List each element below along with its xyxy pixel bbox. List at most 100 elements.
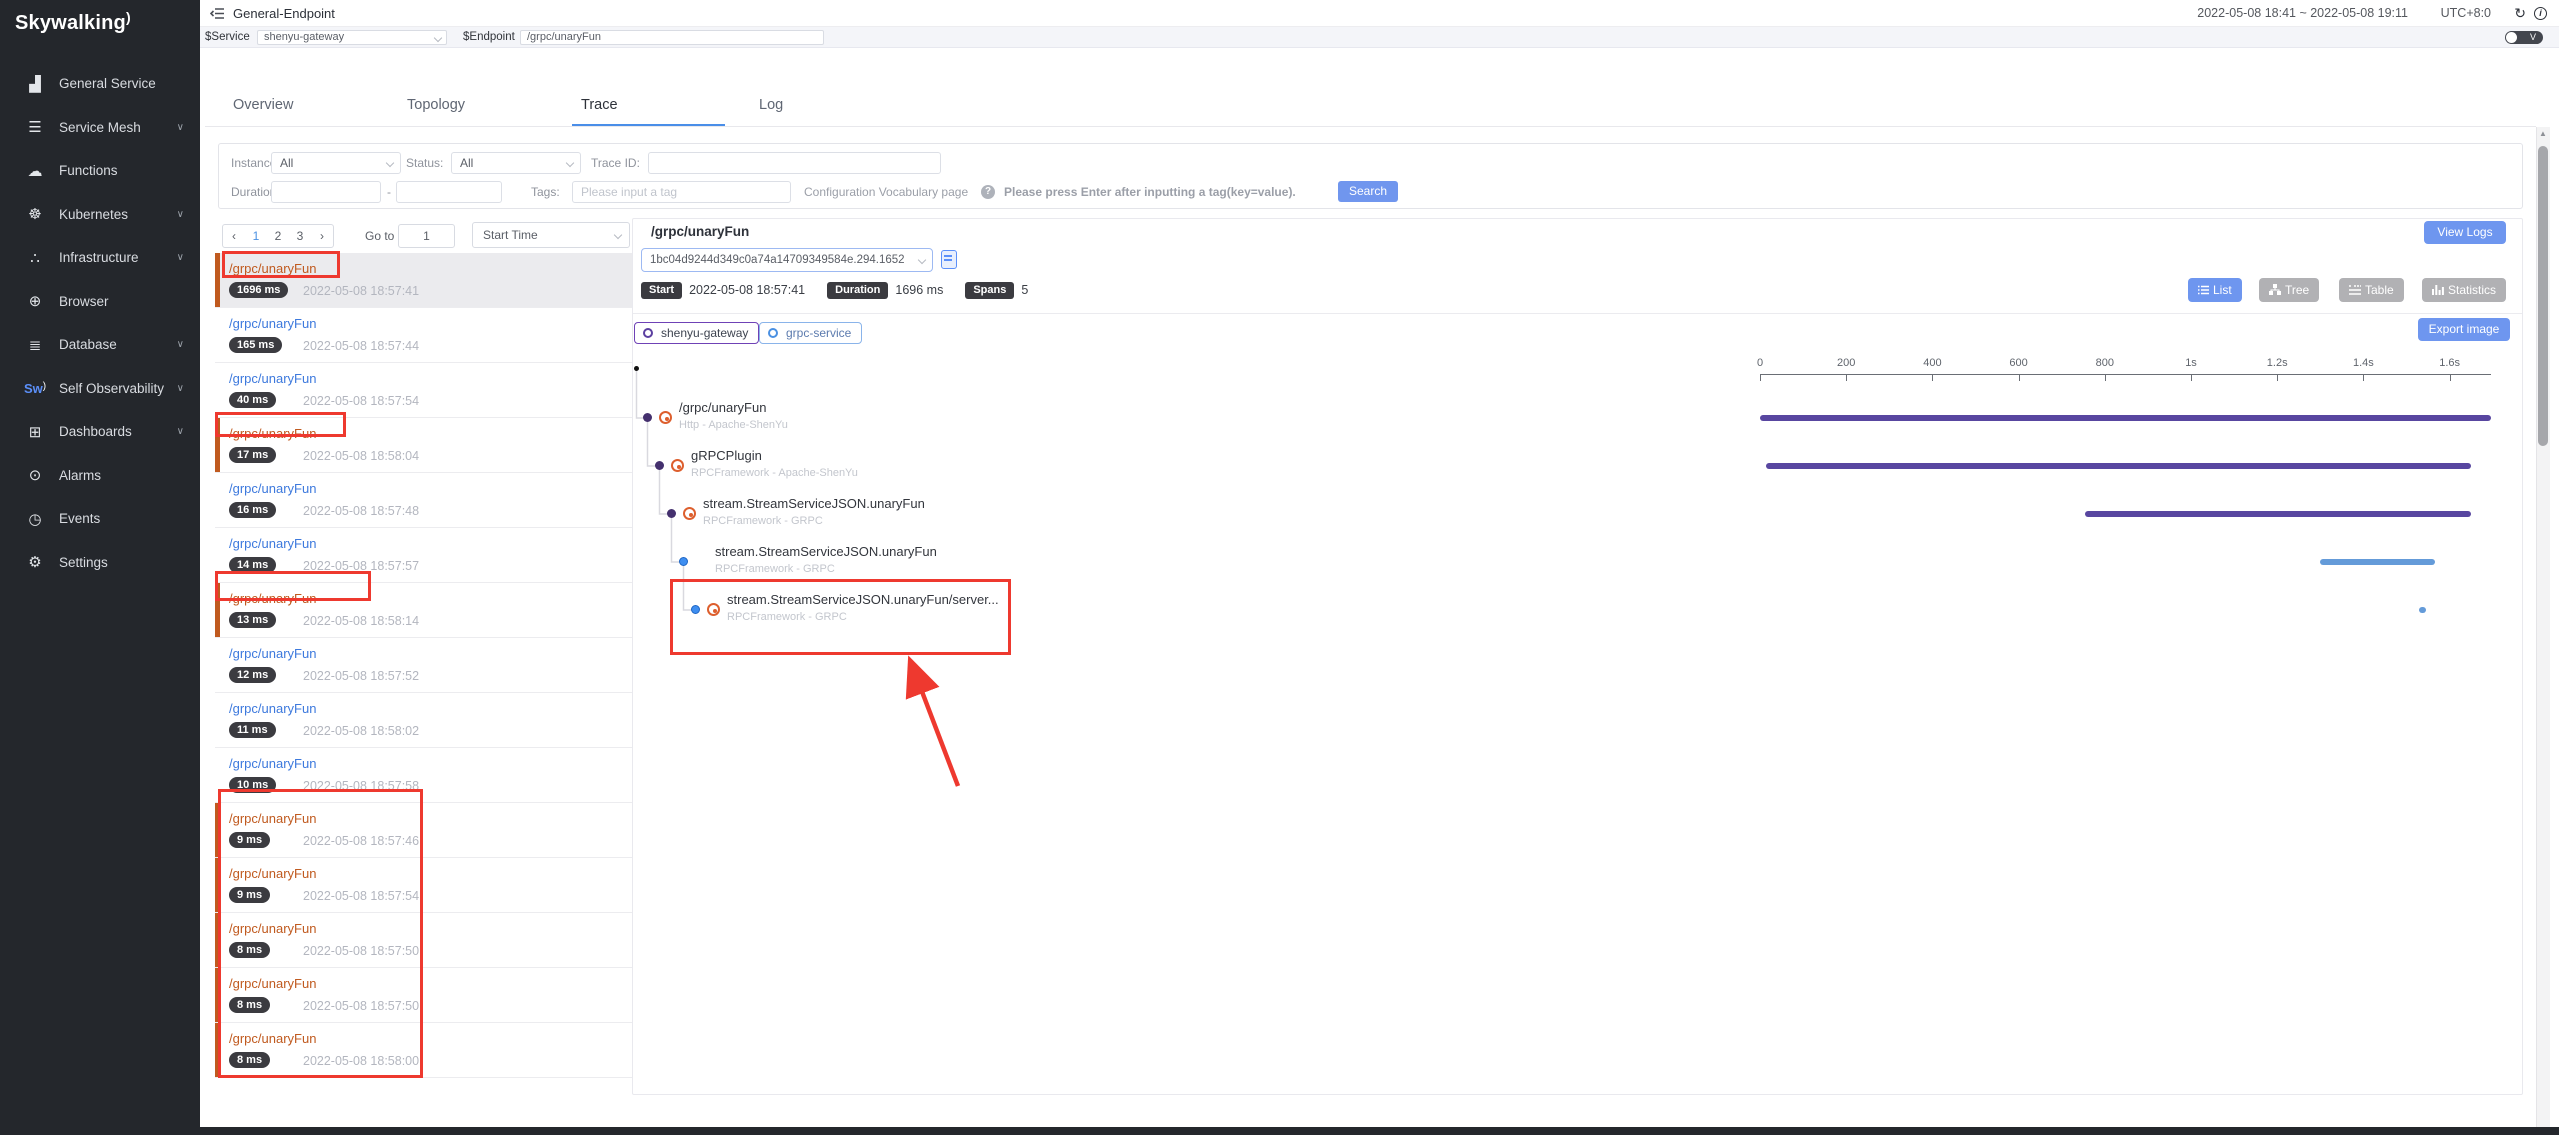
trace-list-item[interactable]: /grpc/unaryFun 12 ms 2022-05-08 18:57:52 [215, 638, 637, 693]
span-row[interactable]: stream.StreamServiceJSON.unaryFunRPCFram… [633, 490, 1733, 538]
view-list-button[interactable]: List [2188, 278, 2242, 302]
view-tree-button[interactable]: Tree [2259, 278, 2319, 302]
tab-trace[interactable]: Trace [581, 97, 618, 113]
page-2[interactable]: 2 [267, 225, 289, 247]
sidebar-item[interactable]: ☸ Kubernetes ∨ [0, 193, 200, 237]
duration-max-input[interactable] [396, 181, 502, 203]
collapse-menu-icon[interactable] [210, 6, 225, 26]
sidebar-item[interactable]: Sw) Self Observability ∨ [0, 367, 200, 411]
trace-list-item[interactable]: /grpc/unaryFun 16 ms 2022-05-08 18:57:48 [215, 473, 637, 528]
tab-topology[interactable]: Topology [407, 97, 465, 113]
sidebar-item[interactable]: ◷ Events ∨ [0, 497, 200, 541]
span-name: gRPCPlugin [691, 448, 762, 463]
sidebar-item[interactable]: ▟ General Service ∨ [0, 62, 200, 106]
timezone[interactable]: UTC+8:0 [2441, 0, 2491, 27]
legend-grpc-service[interactable]: grpc-service [759, 322, 862, 344]
trace-timestamp: 2022-05-08 18:58:00 [303, 1054, 419, 1068]
view-statistics-button[interactable]: Statistics [2422, 278, 2506, 302]
sidebar-item[interactable]: ☰ Service Mesh ∨ [0, 106, 200, 150]
view-logs-button[interactable]: View Logs [2424, 221, 2506, 244]
tags-input[interactable] [572, 181, 791, 203]
endpoint-input[interactable]: /grpc/unaryFun [520, 30, 824, 45]
sidebar-item[interactable]: ⊕ Browser ∨ [0, 280, 200, 324]
trace-endpoint: /grpc/unaryFun [229, 1031, 316, 1046]
span-duration-bar[interactable] [1760, 415, 2491, 421]
status-select[interactable]: All [451, 152, 581, 174]
trace-endpoint: /grpc/unaryFun [229, 811, 316, 826]
sidebar-item-label: Browser [59, 294, 109, 309]
prev-page-icon[interactable]: ‹ [223, 225, 245, 247]
sidebar-item-label: Events [59, 511, 100, 526]
version-toggle[interactable]: V [2505, 31, 2543, 44]
page-3[interactable]: 3 [289, 225, 311, 247]
span-duration-bar[interactable] [2085, 511, 2471, 517]
span-duration-bar[interactable] [2419, 607, 2425, 613]
service-select[interactable]: shenyu-gateway [257, 30, 447, 45]
trace-list-item[interactable]: /grpc/unaryFun 13 ms 2022-05-08 18:58:14 [215, 583, 637, 638]
trace-list-item[interactable]: /grpc/unaryFun 8 ms 2022-05-08 18:57:50 [215, 968, 637, 1023]
trace-list-item[interactable]: /grpc/unaryFun 14 ms 2022-05-08 18:57:57 [215, 528, 637, 583]
sidebar-item[interactable]: ⊞ Dashboards ∨ [0, 410, 200, 454]
span-row[interactable]: /grpc/unaryFunHttp - Apache-ShenYu [633, 394, 1733, 442]
sidebar-item[interactable]: ≣ Database ∨ [0, 323, 200, 367]
instance-select[interactable]: All [271, 152, 401, 174]
sidebar-item[interactable]: ⚙ Settings ∨ [0, 541, 200, 585]
trace-endpoint: /grpc/unaryFun [229, 316, 316, 331]
tab-overview[interactable]: Overview [233, 97, 293, 113]
trace-list-item[interactable]: /grpc/unaryFun 40 ms 2022-05-08 18:57:54 [215, 363, 637, 418]
sidebar: Skywalking) ▟ General Service ∨ ☰ Servic… [0, 0, 200, 1135]
span-duration-bar[interactable] [1766, 463, 2471, 469]
tab-log[interactable]: Log [759, 97, 783, 113]
span-error-marker-icon [659, 411, 672, 424]
sidebar-item[interactable]: ⊙ Alarms ∨ [0, 454, 200, 498]
copy-icon[interactable] [941, 250, 957, 269]
view-tree-label: Tree [2285, 283, 2309, 297]
trace-timestamp: 2022-05-08 18:58:14 [303, 614, 419, 628]
vocabulary-link[interactable]: Configuration Vocabulary page [804, 181, 968, 203]
page-1[interactable]: 1 [245, 225, 267, 247]
span-error-marker-icon [683, 507, 696, 520]
refresh-icon[interactable]: ↻ [2514, 0, 2526, 27]
trace-list-item[interactable]: /grpc/unaryFun 1696 ms 2022-05-08 18:57:… [215, 253, 637, 308]
export-image-button[interactable]: Export image [2418, 318, 2510, 341]
info-icon[interactable]: i [2534, 7, 2547, 20]
question-icon[interactable]: ? [981, 185, 995, 199]
trace-list-item[interactable]: /grpc/unaryFun 17 ms 2022-05-08 18:58:04 [215, 418, 637, 473]
chevron-down-icon: ∨ [177, 252, 184, 263]
sidebar-item[interactable]: ∴ Infrastructure ∨ [0, 236, 200, 280]
sidebar-item[interactable]: ☁ Functions ∨ [0, 149, 200, 193]
trace-list-item[interactable]: /grpc/unaryFun 10 ms 2022-05-08 18:57:58 [215, 748, 637, 803]
span-duration-bar[interactable] [2320, 559, 2434, 565]
span-error-marker-icon [671, 459, 684, 472]
duration-badge: 13 ms [229, 612, 276, 628]
time-range[interactable]: 2022-05-08 18:41 ~ 2022-05-08 19:11 [2197, 0, 2408, 27]
trace-id-select[interactable]: 1bc04d9244d349c0a74a14709349584e.294.165… [641, 248, 933, 272]
scrollbar-up-icon[interactable]: ▲ [2536, 129, 2550, 138]
trace-list-item[interactable]: /grpc/unaryFun 8 ms 2022-05-08 18:57:50 [215, 913, 637, 968]
axis-tick-mark [2450, 375, 2451, 381]
duration-badge: 8 ms [229, 1052, 270, 1068]
span-row[interactable]: gRPCPluginRPCFramework - Apache-ShenYu [633, 442, 1733, 490]
sidebar-item-icon: Sw) [24, 380, 46, 397]
trace-list-item[interactable]: /grpc/unaryFun 8 ms 2022-05-08 18:58:00 [215, 1023, 637, 1078]
legend-shenyu-gateway[interactable]: shenyu-gateway [634, 322, 759, 344]
span-row[interactable]: stream.StreamServiceJSON.unaryFunRPCFram… [633, 538, 1733, 586]
trace-list-item[interactable]: /grpc/unaryFun 9 ms 2022-05-08 18:57:54 [215, 858, 637, 913]
span-row[interactable]: stream.StreamServiceJSON.unaryFun/server… [633, 586, 1733, 634]
trace-list-item[interactable]: /grpc/unaryFun 165 ms 2022-05-08 18:57:4… [215, 308, 637, 363]
trace-list-item[interactable]: /grpc/unaryFun 11 ms 2022-05-08 18:58:02 [215, 693, 637, 748]
sidebar-item-label: Database [59, 337, 117, 352]
sidebar-item-label: Service Mesh [59, 120, 141, 135]
scrollbar-thumb[interactable] [2538, 146, 2548, 446]
chevron-down-icon [566, 159, 574, 167]
view-table-button[interactable]: Table [2339, 278, 2404, 302]
duration-min-input[interactable] [271, 181, 381, 203]
next-page-icon[interactable]: › [311, 225, 333, 247]
search-button[interactable]: Search [1338, 181, 1398, 202]
goto-page-input[interactable]: 1 [398, 224, 455, 248]
trace-timestamp: 2022-05-08 18:57:46 [303, 834, 419, 848]
sort-select[interactable]: Start Time [472, 222, 630, 248]
trace-list-item[interactable]: /grpc/unaryFun 9 ms 2022-05-08 18:57:46 [215, 803, 637, 858]
span-layer: RPCFramework - GRPC [703, 515, 823, 527]
trace-id-input[interactable] [648, 152, 941, 174]
